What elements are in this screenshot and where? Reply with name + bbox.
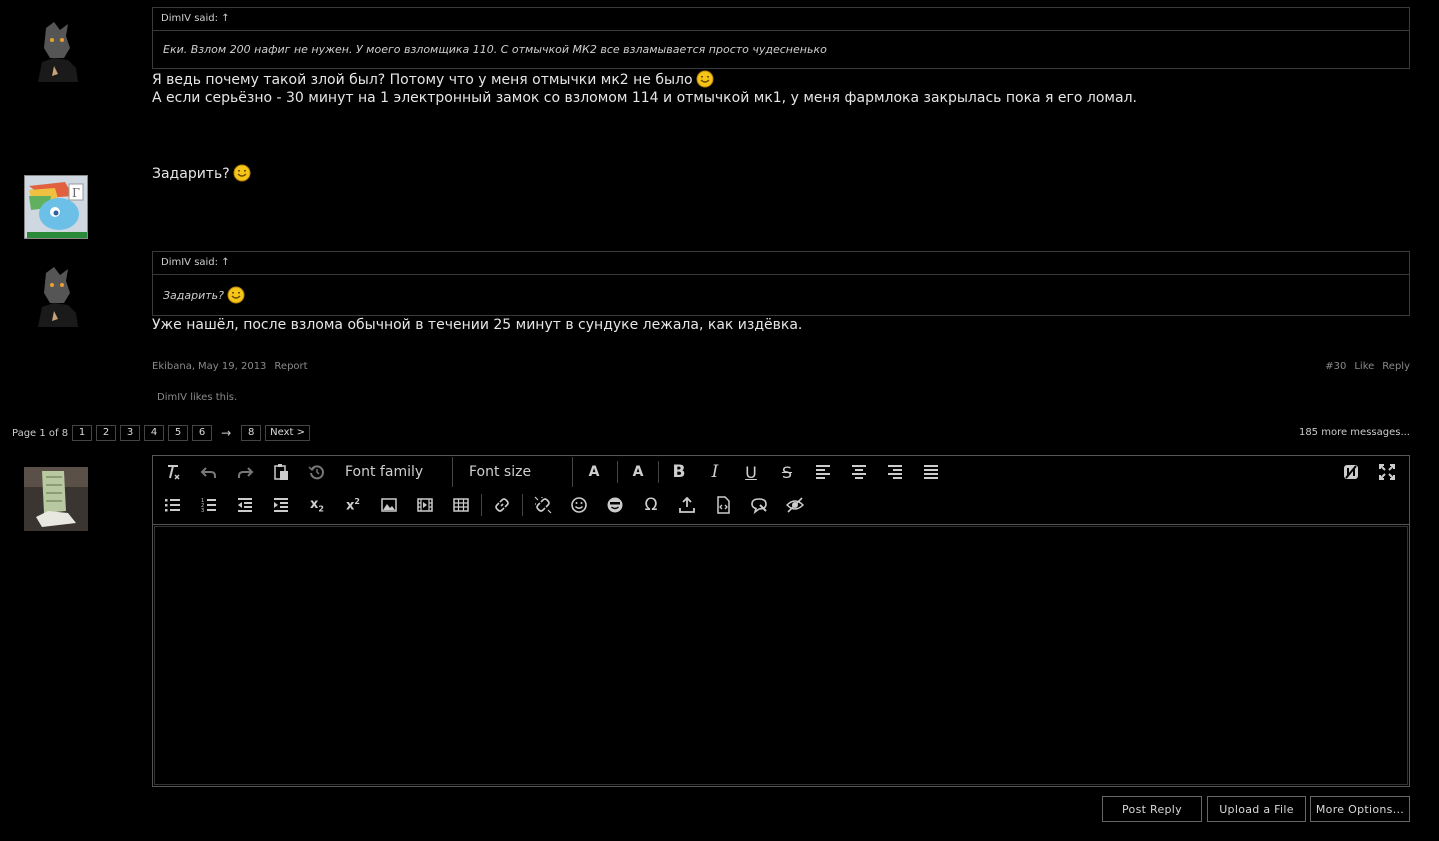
quote-text: Еки. Взлом 200 нафиг не нужен. У моего в… xyxy=(163,43,827,56)
special-character-icon[interactable]: Ω xyxy=(633,490,669,520)
underline-icon[interactable]: U xyxy=(733,457,769,487)
page-link-5[interactable]: 5 xyxy=(168,425,189,441)
svg-text:Г: Г xyxy=(72,186,80,200)
bold-icon[interactable]: B xyxy=(661,457,697,487)
align-justify-icon[interactable] xyxy=(913,457,949,487)
like-link[interactable]: Like xyxy=(1354,361,1374,372)
post-meta: Ekibana, May 19, 2013 Report xyxy=(152,361,308,372)
subscript-icon[interactable]: x2 xyxy=(299,490,335,520)
likes-summary[interactable]: DimIV likes this. xyxy=(157,392,237,403)
toggle-bbcode-icon[interactable] xyxy=(1333,457,1369,487)
indent-icon[interactable] xyxy=(263,490,299,520)
insert-code-icon[interactable] xyxy=(705,490,741,520)
smiley-icon xyxy=(233,164,251,182)
insert-quote-icon[interactable] xyxy=(741,490,777,520)
page-link-last[interactable]: 8 xyxy=(241,425,262,441)
upload-file-button[interactable]: Upload a File xyxy=(1207,796,1306,822)
avatar-dimiv[interactable] xyxy=(24,18,88,82)
undo-icon[interactable] xyxy=(191,457,227,487)
page-link-1[interactable]: 1 xyxy=(72,425,93,441)
superscript-icon[interactable]: x2 xyxy=(335,490,371,520)
reply-editor: Font family Font size A A B I U S 123 x2… xyxy=(152,455,1410,787)
report-link[interactable]: Report xyxy=(274,361,307,372)
pagination: Page 1 of 8 1 2 3 4 5 6 → 8 Next > xyxy=(12,425,311,441)
page-link-6[interactable]: 6 xyxy=(192,425,213,441)
post-message: Уже нашёл, после взлома обычной в течени… xyxy=(152,316,802,334)
quote-block: DimIV said: ↑ Задарить? xyxy=(152,251,1410,316)
post-author[interactable]: Ekibana xyxy=(152,361,192,372)
insert-link-icon[interactable] xyxy=(484,490,520,520)
page-label: Page 1 of 8 xyxy=(12,427,69,439)
clear-format-icon[interactable] xyxy=(155,457,191,487)
avatar-rainbow-pony[interactable]: Г xyxy=(24,175,88,239)
post-actions: #30 Like Reply xyxy=(1325,361,1410,372)
fullscreen-icon[interactable] xyxy=(1369,457,1405,487)
message-line: А если серьёзно - 30 минут на 1 электрон… xyxy=(152,90,1137,106)
font-size-select[interactable]: Font size xyxy=(453,457,573,487)
avatar-dimiv[interactable] xyxy=(24,263,88,327)
emoji-picker-icon[interactable] xyxy=(597,490,633,520)
more-options-button[interactable]: More Options... xyxy=(1310,796,1410,822)
post-date[interactable]: May 19, 2013 xyxy=(198,361,266,372)
page-link-3[interactable]: 3 xyxy=(120,425,141,441)
paste-icon[interactable] xyxy=(263,457,299,487)
page-skip-arrow[interactable]: → xyxy=(221,426,231,440)
editor-toolbar: Font family Font size A A B I U S 123 x2… xyxy=(153,456,1409,525)
attach-upload-icon[interactable] xyxy=(669,490,705,520)
post-message: Я ведь почему такой злой был? Потому что… xyxy=(152,70,1137,107)
bullet-list-icon[interactable] xyxy=(155,490,191,520)
align-center-icon[interactable] xyxy=(841,457,877,487)
svg-text:3: 3 xyxy=(201,508,204,514)
font-family-select[interactable]: Font family xyxy=(335,457,453,487)
next-page-link[interactable]: Next > xyxy=(265,425,311,441)
spoiler-icon[interactable] xyxy=(777,490,813,520)
quote-block: DimIV said: ↑ Еки. Взлом 200 нафиг не ну… xyxy=(152,7,1410,69)
align-right-icon[interactable] xyxy=(877,457,913,487)
numbered-list-icon[interactable]: 123 xyxy=(191,490,227,520)
insert-image-icon[interactable] xyxy=(371,490,407,520)
background-color-icon[interactable]: A xyxy=(620,457,656,487)
quote-attribution[interactable]: DimIV said: ↑ xyxy=(153,8,1409,31)
smilies-icon[interactable] xyxy=(561,490,597,520)
message-line: Уже нашёл, после взлома обычной в течени… xyxy=(152,317,803,333)
quote-text: Задарить? xyxy=(153,275,1409,315)
quote-text-content: Задарить? xyxy=(163,288,224,302)
outdent-icon[interactable] xyxy=(227,490,263,520)
redo-icon[interactable] xyxy=(227,457,263,487)
italic-icon[interactable]: I xyxy=(697,457,733,487)
page-link-4[interactable]: 4 xyxy=(144,425,165,441)
message-textarea[interactable] xyxy=(154,526,1408,785)
insert-media-icon[interactable] xyxy=(407,490,443,520)
reply-link[interactable]: Reply xyxy=(1382,361,1410,372)
post-reply-button[interactable]: Post Reply xyxy=(1102,796,1202,822)
avatar-current-user[interactable] xyxy=(24,467,88,531)
align-left-icon[interactable] xyxy=(805,457,841,487)
insert-table-icon[interactable] xyxy=(443,490,479,520)
message-line: Я ведь почему такой злой был? Потому что… xyxy=(152,72,693,88)
post-message: Задарить? xyxy=(152,164,251,183)
quote-attribution[interactable]: DimIV said: ↑ xyxy=(153,252,1409,275)
strikethrough-icon[interactable]: S xyxy=(769,457,805,487)
remove-link-icon[interactable] xyxy=(525,490,561,520)
smiley-icon xyxy=(696,70,714,88)
more-messages-link[interactable]: 185 more messages... xyxy=(1299,427,1410,438)
page-link-2[interactable]: 2 xyxy=(96,425,117,441)
restore-draft-icon[interactable] xyxy=(299,457,335,487)
smiley-icon xyxy=(227,286,245,304)
text-color-icon[interactable]: A xyxy=(573,457,615,487)
post-number-link[interactable]: #30 xyxy=(1325,361,1346,372)
message-line: Задарить? xyxy=(152,166,230,182)
